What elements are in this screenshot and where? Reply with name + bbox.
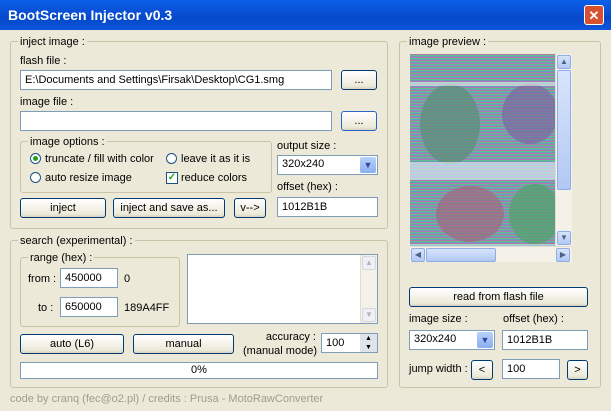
jump-prev-button[interactable]: < — [471, 360, 493, 380]
image-file-label: image file : — [20, 96, 74, 108]
image-file-input[interactable] — [20, 111, 332, 131]
search-label: search (experimental) : — [18, 235, 135, 247]
output-size-select[interactable]: 320x240 ▼ — [277, 155, 378, 175]
image-options-label: image options : — [28, 136, 107, 148]
chevron-down-icon: ▼ — [360, 157, 376, 173]
reduce-colors-label: reduce colors — [181, 172, 248, 184]
from-input[interactable]: 450000 — [60, 268, 118, 288]
range-label: range (hex) : — [28, 252, 95, 264]
inject-button[interactable]: inject — [20, 198, 106, 218]
truncate-radio[interactable] — [30, 153, 41, 164]
jump-width-input[interactable]: 100 — [502, 359, 560, 379]
inject-image-label: inject image : — [18, 36, 87, 48]
output-size-label: output size : — [277, 140, 337, 152]
search-progress-bar: 0% — [20, 362, 378, 379]
manual-search-button[interactable]: manual — [133, 334, 234, 354]
progress-text: 0% — [191, 364, 207, 376]
auto-search-button[interactable]: auto (L6) — [20, 334, 124, 354]
inject-offset-input[interactable]: 1012B1B — [277, 197, 378, 217]
accuracy-label: accuracy : — [265, 331, 316, 343]
title-bar[interactable]: BootScreen Injector v0.3 ✕ — [0, 0, 611, 30]
spin-down-icon[interactable]: ▼ — [360, 343, 377, 352]
leave-label: leave it as it is — [181, 153, 251, 165]
auto-resize-label: auto resize image — [45, 172, 132, 184]
preview-offset-label: offset (hex) : — [503, 313, 564, 325]
scroll-left-icon[interactable]: ◀ — [411, 248, 425, 262]
inject-save-as-button[interactable]: inject and save as... — [113, 198, 225, 218]
copy-offset-button[interactable]: v--> — [234, 198, 266, 218]
accuracy-sub-label: (manual mode) — [243, 345, 317, 357]
image-options-group — [20, 141, 272, 193]
scroll-down-icon[interactable]: ▼ — [557, 231, 571, 245]
image-size-label: image size : — [409, 313, 468, 325]
results-scrollbar[interactable]: ▲ ▼ — [360, 255, 377, 323]
to-input[interactable]: 650000 — [60, 297, 118, 317]
offset-hex-label: offset (hex) : — [277, 181, 338, 193]
scroll-right-icon[interactable]: ▶ — [556, 248, 570, 262]
chevron-left-icon: < — [478, 364, 486, 376]
preview-offset-input[interactable]: 1012B1B — [502, 330, 588, 350]
preview-image: ▲ ▼ ◀ ▶ — [410, 54, 572, 262]
close-icon: ✕ — [588, 8, 600, 23]
to-label: to : — [38, 302, 54, 314]
auto-resize-radio[interactable] — [30, 172, 41, 183]
preview-vertical-scrollbar[interactable]: ▲ ▼ — [555, 54, 572, 246]
preview-scroll-thumb[interactable] — [557, 70, 571, 190]
from-label: from : — [28, 273, 57, 285]
reduce-colors-checkbox[interactable]: ✓ — [166, 172, 178, 184]
read-from-flash-button[interactable]: read from flash file — [409, 287, 588, 307]
preview-horizontal-scrollbar[interactable]: ◀ ▶ — [410, 246, 572, 262]
output-size-value: 320x240 — [282, 158, 325, 170]
image-size-value: 320x240 — [414, 333, 457, 345]
flash-file-browse-button[interactable]: ... — [341, 70, 377, 90]
chevron-right-icon: > — [574, 364, 581, 376]
scroll-up-icon[interactable]: ▲ — [362, 256, 376, 270]
scroll-down-icon[interactable]: ▼ — [362, 308, 376, 322]
truncate-label: truncate / fill with color — [45, 153, 154, 165]
main-window: BootScreen Injector v0.3 ✕ inject image … — [0, 0, 611, 411]
credits-footer: code by cranq (fec@o2.pl) / credits : Pr… — [10, 393, 324, 405]
to-dec-value: 189A4FF — [124, 302, 170, 314]
search-results-list[interactable]: ▲ ▼ — [187, 254, 378, 324]
scroll-up-icon[interactable]: ▲ — [557, 55, 571, 69]
chevron-down-icon: ▼ — [477, 332, 493, 348]
jump-width-label: jump width : — [409, 363, 468, 375]
preview-hscroll-thumb[interactable] — [426, 248, 496, 262]
preview-noise-image — [410, 54, 572, 262]
check-icon: ✓ — [167, 172, 177, 183]
image-size-select[interactable]: 320x240 ▼ — [409, 330, 495, 350]
window-title: BootScreen Injector v0.3 — [8, 7, 173, 23]
from-dec-value: 0 — [124, 273, 131, 285]
image-preview-label: image preview : — [407, 36, 489, 48]
jump-next-button[interactable]: > — [567, 360, 588, 380]
leave-radio[interactable] — [166, 153, 177, 164]
accuracy-value: 100 — [326, 337, 345, 349]
flash-file-input[interactable]: E:\Documents and Settings\Firsak\Desktop… — [20, 70, 332, 90]
image-file-browse-button[interactable]: ... — [341, 111, 377, 131]
flash-file-label: flash file : — [20, 55, 67, 67]
close-button[interactable]: ✕ — [584, 5, 604, 25]
